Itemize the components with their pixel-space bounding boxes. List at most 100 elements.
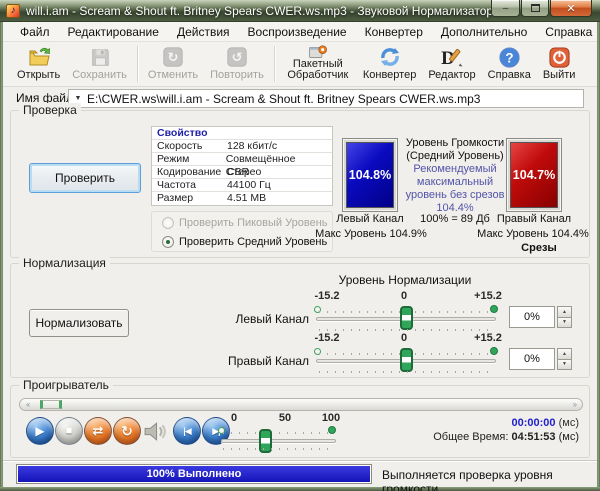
table-row: Частота44100 Гц: [152, 179, 332, 192]
table-row: Размер4.51 MB: [152, 192, 332, 205]
toolbar-label: Открыть: [17, 69, 60, 81]
close-button[interactable]: ✕: [550, 0, 592, 17]
check-mode-panel: Проверить Пиковый Уровень Проверить Сред…: [151, 211, 333, 252]
app-icon: ♪: [6, 4, 20, 18]
status-separator: [3, 460, 597, 461]
left-channel-meter: 104.8%: [342, 138, 398, 212]
right-max-level: Макс Уровень 104.4%: [469, 228, 597, 240]
menu-help[interactable]: Справка: [536, 23, 600, 41]
volume-0-label: 0: [214, 412, 254, 424]
converter-button[interactable]: Конвертер: [357, 44, 422, 82]
right-channel-meter: 104.7%: [506, 138, 562, 212]
volume-50-label: 50: [265, 412, 305, 424]
spin-up-icon[interactable]: ▲: [557, 348, 572, 359]
menu-file[interactable]: Файл: [11, 23, 59, 41]
undo-button[interactable]: ↻ Отменить: [142, 44, 204, 82]
left-level-value[interactable]: 0%: [509, 306, 555, 328]
left-slider-label: Левый Канал: [191, 312, 309, 326]
svg-text:↺: ↺: [232, 50, 243, 65]
exit-icon: [548, 45, 571, 69]
table-row: КодированиеCBR: [152, 166, 332, 179]
save-button[interactable]: Сохранить: [66, 44, 133, 82]
repeat-icon: ↻: [121, 423, 133, 440]
minimize-button[interactable]: –: [491, 0, 520, 17]
svg-text:↻: ↻: [168, 50, 179, 65]
shuffle-icon: ⇄: [93, 423, 104, 439]
app-window: ♪ will.i.am - Scream & Shout ft. Britney…: [0, 0, 600, 491]
prop-key: Режим: [157, 153, 226, 165]
total-time-unit: (мс): [556, 431, 579, 443]
spin-down-icon[interactable]: ▼: [557, 359, 572, 371]
seek-left-icon[interactable]: ‹‹: [26, 400, 29, 409]
maximize-button[interactable]: [521, 0, 549, 17]
volume-button[interactable]: [142, 418, 170, 446]
radio-peak-level[interactable]: Проверить Пиковый Уровень: [162, 215, 332, 231]
editor-button[interactable]: D Редактор: [422, 44, 481, 82]
current-time-unit: (мс): [556, 417, 579, 429]
exit-button[interactable]: Выйти: [537, 44, 582, 82]
clips-link[interactable]: Срезы: [479, 242, 599, 254]
recommended-line: Рекомендуемый: [396, 163, 514, 176]
right-slider-label: Правый Канал: [191, 354, 309, 368]
toolbar-label: Конвертер: [363, 69, 416, 81]
slider-max-dot: [490, 305, 498, 313]
slider-max-label: +15.2: [466, 290, 510, 302]
seek-bar[interactable]: ‹‹ ››: [19, 398, 583, 411]
stop-button[interactable]: ■: [55, 417, 83, 445]
slider-ticks: [319, 371, 491, 373]
toolbar-label: Редактор: [428, 69, 475, 81]
volume-track[interactable]: [221, 439, 336, 443]
menu-actions[interactable]: Действия: [168, 23, 239, 41]
seek-thumb[interactable]: [40, 400, 62, 409]
volume-100-label: 100: [311, 412, 351, 424]
undo-icon: ↻: [162, 45, 184, 69]
prop-key: Скорость: [157, 140, 227, 152]
player-group-label: Проигрыватель: [19, 378, 113, 392]
maximize-icon: [531, 4, 540, 12]
shuffle-button[interactable]: ⇄: [84, 417, 112, 445]
redo-button[interactable]: ↺ Повторить: [204, 44, 270, 82]
right-level-value[interactable]: 0%: [509, 348, 555, 370]
spin-down-icon[interactable]: ▼: [557, 317, 572, 329]
total-time-label: Общее Время:: [433, 431, 511, 443]
slider-mid-label: 0: [382, 290, 426, 302]
right-level-spinner: ▲ ▼: [557, 348, 572, 370]
chevron-down-icon[interactable]: ▼: [69, 95, 87, 102]
prev-button[interactable]: |◀: [173, 417, 201, 445]
left-meter-value: 104.8%: [346, 142, 394, 208]
total-time-value: 04:51:53: [512, 431, 556, 443]
batch-processor-button[interactable]: Пакетный Обработчик: [279, 44, 357, 82]
slider-max-label: +15.2: [466, 332, 510, 344]
progress-text: 100% Выполнено: [18, 466, 370, 482]
toolbar-label: Выйти: [543, 69, 576, 81]
volume-ticks: [223, 432, 333, 434]
right-slider-thumb[interactable]: [400, 348, 413, 372]
seek-right-icon[interactable]: ››: [573, 400, 576, 409]
loudness-info: Уровень Громкости (Средний Уровень) Реко…: [396, 137, 514, 215]
repeat-button[interactable]: ↻: [113, 417, 141, 445]
file-name-combo[interactable]: ▼: [68, 89, 584, 108]
table-row: РежимСовмещённое Стерео: [152, 153, 332, 166]
previous-icon: |◀: [183, 426, 190, 437]
radio-average-level[interactable]: Проверить Средний Уровень: [162, 234, 332, 250]
toolbar-label: Повторить: [210, 69, 264, 81]
normalize-button[interactable]: Нормализовать: [29, 309, 129, 337]
window-frame-left: [0, 22, 3, 487]
recommended-line: уровень без срезов: [396, 189, 514, 202]
menu-edit[interactable]: Редактирование: [59, 23, 168, 41]
check-button[interactable]: Проверить: [29, 163, 141, 193]
left-slider-thumb[interactable]: [400, 306, 413, 330]
toolbar-label: Отменить: [148, 69, 198, 81]
open-button[interactable]: Открыть: [11, 44, 66, 82]
file-name-input[interactable]: [87, 91, 583, 106]
menu-playback[interactable]: Воспроизведение: [239, 23, 356, 41]
total-time: Общее Время: 04:51:53 (мс): [339, 431, 579, 443]
menu-converter[interactable]: Конвертер: [356, 23, 432, 41]
help-button[interactable]: ? Справка: [482, 44, 537, 82]
play-button[interactable]: ▶: [26, 417, 54, 445]
menu-extra[interactable]: Дополнительно: [432, 23, 536, 41]
normalization-group: Нормализация Нормализовать Уровень Норма…: [10, 263, 590, 378]
save-icon: [89, 45, 111, 69]
spin-up-icon[interactable]: ▲: [557, 306, 572, 317]
left-level-spinner: ▲ ▼: [557, 306, 572, 328]
